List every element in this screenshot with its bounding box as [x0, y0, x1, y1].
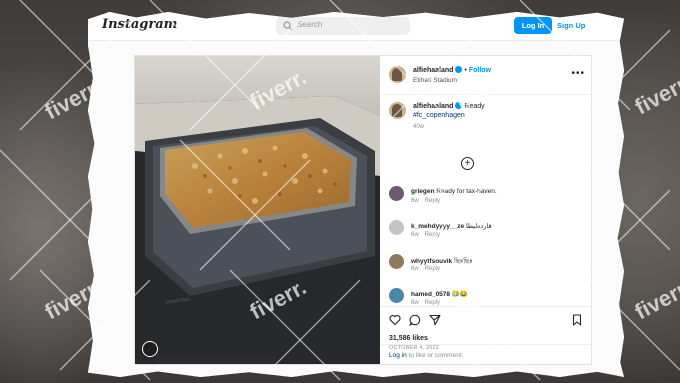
screenshot-card: Instagram Search Log In Sign Up SAMSUNG … — [88, 12, 624, 377]
likes-count[interactable]: 31,586 likes — [389, 335, 428, 342]
post-photo[interactable]: SAMSUNG — [135, 56, 380, 364]
follow-button[interactable]: Follow — [469, 67, 491, 74]
search-placeholder: Search — [297, 20, 323, 29]
comment-meta: 6w Reply — [411, 198, 446, 204]
comment-item: k_mehdyyyy__ze قاردطيطا 6w Reply — [389, 218, 589, 248]
login-link[interactable]: Log in — [389, 352, 407, 359]
search-input[interactable]: Search — [276, 17, 410, 35]
comment-meta: 6w Reply — [411, 266, 446, 272]
comment-age: 6w — [411, 266, 419, 272]
comment-icon[interactable] — [409, 314, 421, 326]
comment-meta: 6w Reply — [411, 232, 446, 238]
commenter-avatar[interactable] — [389, 186, 404, 201]
comment-age: 6w — [411, 232, 419, 238]
bookmark-icon[interactable] — [571, 314, 583, 326]
post-header: alfiehaaland • Follow Etihad Stadium ••• — [381, 56, 591, 95]
comment-line: k_mehdyyyy__ze قاردطيطا — [411, 222, 492, 230]
post-sidebar: alfiehaaland • Follow Etihad Stadium •••… — [381, 56, 591, 364]
commenter-avatar[interactable] — [389, 288, 404, 303]
more-options-icon[interactable]: ••• — [571, 68, 585, 79]
commenter-avatar[interactable] — [389, 220, 404, 235]
verified-badge-icon — [455, 102, 463, 109]
comment-age: 6w — [411, 198, 419, 204]
comment-item: whyytfsouvik ছিঃছিঃ 6w Reply — [389, 252, 589, 282]
caption-avatar[interactable] — [389, 102, 406, 119]
caption-line: alfiehaaland Ready — [413, 102, 485, 110]
caption-hashtag[interactable]: #fc_copenhagen — [413, 112, 465, 119]
add-comment-icon[interactable]: + — [461, 157, 474, 170]
post-container: SAMSUNG alfiehaaland • Follow Etihad Sta… — [134, 55, 592, 365]
comment-item: griegen Ready for tax-haven. 6w Reply — [389, 184, 589, 214]
instagram-logo[interactable]: Instagram — [102, 17, 177, 32]
comment-text: قاردطيطا — [465, 223, 492, 230]
search-icon — [283, 21, 293, 31]
comment-username[interactable]: griegen — [411, 188, 434, 195]
share-icon[interactable] — [429, 314, 441, 326]
caption-username[interactable]: alfiehaaland — [413, 103, 453, 110]
comment-username[interactable]: k_mehdyyyy__ze — [411, 223, 464, 230]
user-tag-icon[interactable] — [142, 341, 158, 357]
caption-text: Ready — [464, 103, 485, 110]
reply-button[interactable]: Reply — [425, 198, 440, 204]
comment-text: ছিঃছিঃ — [454, 258, 473, 265]
commenter-avatar[interactable] — [389, 254, 404, 269]
heart-icon[interactable] — [389, 314, 401, 326]
reply-button[interactable]: Reply — [425, 266, 440, 272]
comment-username[interactable]: whyytfsouvik — [411, 258, 452, 265]
login-prompt-text: to like or comment. — [408, 352, 464, 359]
lasagna-photo-illustration: SAMSUNG — [135, 56, 380, 364]
login-prompt: Log in to like or comment. — [381, 344, 591, 365]
comment-line: griegen Ready for tax-haven. — [411, 188, 497, 195]
reply-button[interactable]: Reply — [425, 232, 440, 238]
post-location[interactable]: Etihad Stadium — [413, 77, 457, 84]
caption-age: 40w — [413, 124, 425, 130]
author-avatar[interactable] — [389, 66, 406, 83]
comment-username[interactable]: hamed_0578 — [411, 291, 450, 298]
author-username[interactable]: alfiehaaland • Follow — [413, 66, 491, 74]
signup-link[interactable]: Sign Up — [557, 17, 585, 34]
top-navigation-bar: Instagram Search Log In Sign Up — [88, 12, 624, 41]
verified-badge-icon — [455, 66, 463, 73]
login-button[interactable]: Log In — [514, 17, 552, 34]
comment-line: hamed_0578 😂😂 — [411, 290, 468, 298]
comment-text: Ready for tax-haven. — [436, 188, 497, 195]
comment-text: 😂😂 — [451, 291, 469, 298]
